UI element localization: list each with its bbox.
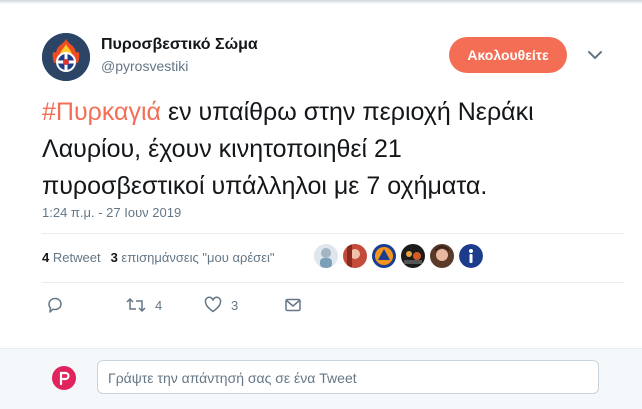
tweet-text: #Πυρκαγιά εν υπαίθρω στην περιοχή Νεράκι… bbox=[42, 94, 622, 205]
liker-avatar[interactable] bbox=[372, 244, 396, 268]
direct-message-button[interactable] bbox=[284, 296, 302, 314]
liker-avatar[interactable] bbox=[343, 244, 367, 268]
likers-avatars bbox=[314, 244, 483, 268]
following-button[interactable]: Ακολουθείτε bbox=[449, 37, 567, 73]
tweet-timestamp[interactable]: 1:24 π.μ. - 27 Ιουν 2019 bbox=[42, 205, 181, 220]
tweet-text-line-1: #Πυρκαγιά εν υπαίθρω στην περιοχή Νεράκι bbox=[42, 94, 622, 131]
chevron-down-icon bbox=[588, 51, 602, 59]
heart-icon bbox=[204, 296, 222, 313]
like-count: 3 bbox=[110, 250, 118, 265]
retweet-icon bbox=[126, 297, 146, 313]
divider-top bbox=[42, 233, 624, 234]
fire-service-logo-icon bbox=[42, 33, 90, 81]
divider-bottom bbox=[42, 282, 624, 283]
author-display-name[interactable]: Πυροσβεστικό Σώμα bbox=[101, 36, 258, 54]
retweet-count: 4 bbox=[42, 250, 50, 265]
more-options-button[interactable] bbox=[584, 44, 606, 66]
liker-avatar[interactable] bbox=[430, 244, 454, 268]
like-stat[interactable]: 3 επισημάνσεις "μου αρέσει" bbox=[111, 250, 275, 265]
author-avatar[interactable] bbox=[42, 33, 90, 81]
like-label: επισημάνσεις "μου αρέσει" bbox=[121, 250, 275, 265]
info-icon bbox=[459, 244, 483, 268]
author-handle[interactable]: @pyrosvestiki bbox=[101, 58, 188, 74]
liker-avatar[interactable] bbox=[401, 244, 425, 268]
retweet-stat[interactable]: 4 Retweet bbox=[42, 250, 101, 265]
retweet-action-count: 4 bbox=[155, 297, 163, 313]
tweet-text-line-2: Λαυρίου, έχουν κινητοποιηθεί 21 bbox=[42, 135, 402, 163]
like-button[interactable]: 3 bbox=[204, 296, 238, 314]
retweet-label: Retweet bbox=[52, 250, 101, 265]
liker-avatar[interactable] bbox=[314, 244, 338, 268]
liker-avatar[interactable] bbox=[459, 244, 483, 268]
tweet-text-line-1-rest: εν υπαίθρω στην περιοχή Νεράκι bbox=[161, 98, 534, 126]
like-action-count: 3 bbox=[231, 297, 239, 313]
hashtag-link[interactable]: #Πυρκαγιά bbox=[42, 98, 161, 126]
tweet-text-line-3: πυροσβεστικοί υπάλληλοι με 7 οχήματα. bbox=[42, 172, 488, 200]
current-user-avatar[interactable] bbox=[52, 366, 76, 390]
user-logo-icon bbox=[59, 371, 70, 385]
retweet-button[interactable]: 4 bbox=[126, 296, 162, 314]
reply-icon bbox=[48, 297, 62, 313]
top-border bbox=[0, 0, 642, 4]
reply-input[interactable]: Γράψτε την απάντησή σας σε ένα Tweet bbox=[97, 360, 599, 394]
reply-button[interactable] bbox=[46, 296, 64, 314]
message-icon bbox=[285, 298, 301, 312]
tweet-stats: 4 Retweet 3 επισημάνσεις "μου αρέσει" bbox=[42, 250, 275, 265]
